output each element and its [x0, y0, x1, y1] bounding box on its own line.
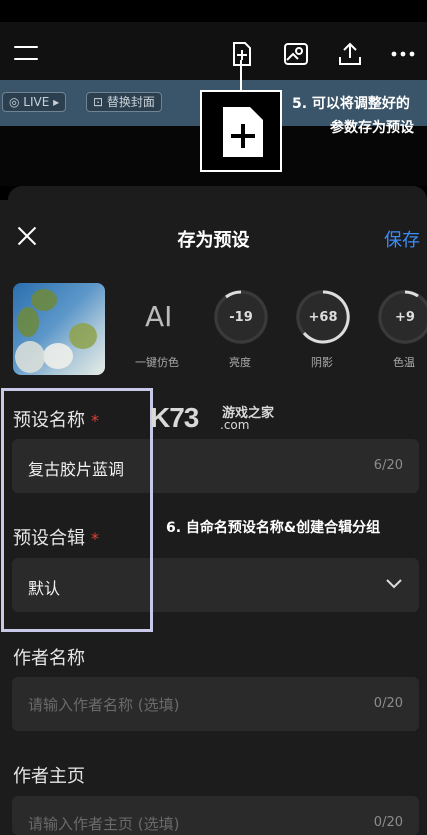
share-icon[interactable]: [336, 40, 364, 68]
image-adjust-icon[interactable]: [282, 40, 310, 68]
param-label-color-temp: 色温: [393, 356, 415, 369]
live-chip[interactable]: ◎ LIVE ▸: [2, 92, 67, 112]
author-name-label: 作者名称: [13, 648, 85, 669]
author-name-counter: 0/20: [373, 696, 403, 711]
annotation-5-line1: 5. 可以将调整好的: [292, 96, 410, 112]
watermark-domain: .com: [220, 418, 250, 432]
callout-add-file-icon: [200, 90, 282, 172]
replace-cover-label: 替换封面: [106, 95, 155, 109]
param-label-shadow: 阴影: [311, 356, 333, 369]
annotation-6: 6. 自命名预设名称&创建合辑分组: [166, 520, 381, 536]
replace-cover-chip[interactable]: ⊡ 替换封面: [86, 92, 162, 112]
more-icon[interactable]: [389, 40, 417, 68]
param-dial-shadow[interactable]: +68: [296, 290, 350, 344]
chevron-down-icon: [386, 579, 402, 589]
ai-color-match-icon[interactable]: AI: [145, 300, 172, 333]
live-chip-label: LIVE: [23, 95, 50, 109]
param-value-color-temp: +9: [395, 309, 415, 325]
menu-icon[interactable]: [14, 46, 38, 62]
param-dial-brightness[interactable]: -19: [214, 290, 268, 344]
author-home-input[interactable]: 请输入作者主页 (选填) 0/20: [12, 796, 419, 835]
param-label-ai: 一键仿色: [135, 356, 179, 369]
watermark-brand: K73: [150, 402, 199, 433]
author-name-input[interactable]: 请输入作者名称 (选填) 0/20: [12, 677, 419, 731]
param-dial-color-temp[interactable]: +9: [378, 290, 427, 344]
save-button[interactable]: 保存: [384, 226, 420, 252]
highlight-frame: [1, 388, 153, 632]
callout-connector: [240, 60, 242, 90]
param-value-brightness: -19: [229, 309, 253, 325]
author-home-label: 作者主页: [13, 766, 85, 787]
photo-thumbnail: [13, 283, 105, 375]
preset-name-counter: 6/20: [373, 458, 403, 473]
status-area: [0, 0, 427, 22]
param-value-shadow: +68: [308, 309, 338, 325]
param-label-brightness: 亮度: [229, 356, 251, 369]
sheet-title: 存为预设: [177, 230, 250, 251]
author-home-counter: 0/20: [373, 815, 403, 830]
author-home-placeholder: 请输入作者主页 (选填): [28, 815, 180, 833]
author-name-placeholder: 请输入作者名称 (选填): [28, 696, 180, 714]
annotation-5-line2: 参数存为预设: [330, 120, 414, 136]
add-file-icon[interactable]: [228, 40, 256, 68]
